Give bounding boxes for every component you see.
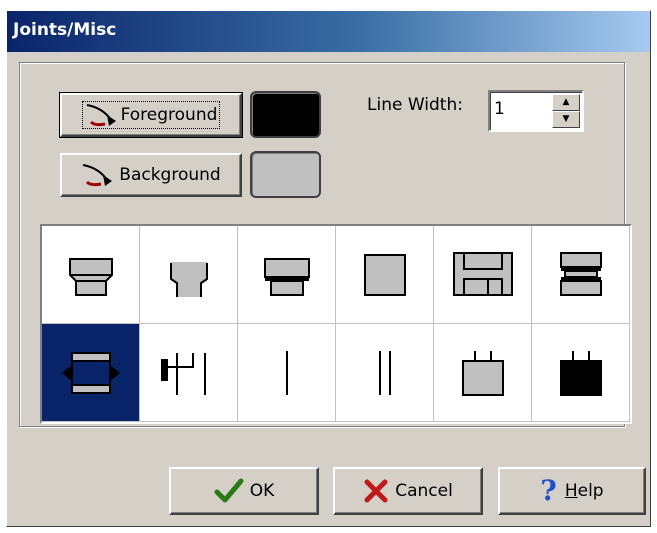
ok-label: OK	[249, 481, 275, 501]
background-color-swatch[interactable]	[250, 151, 321, 198]
symbol-cell[interactable]	[434, 226, 532, 324]
joint-stacked-icon	[559, 251, 602, 296]
symbol-cell[interactable]	[532, 226, 630, 324]
line-width-spinner[interactable]: 1 ▲ ▼	[488, 90, 584, 132]
background-label: Background	[119, 165, 221, 185]
joint-box-on-box-icon	[263, 257, 310, 296]
double-line-icon	[378, 350, 391, 395]
background-button[interactable]: Background	[60, 153, 242, 197]
joint-collar-arrows-icon	[61, 351, 120, 394]
joint-tapered-box-icon	[68, 257, 113, 296]
ok-button[interactable]: OK	[169, 467, 319, 515]
foreground-button[interactable]: Foreground	[59, 92, 243, 138]
cancel-label: Cancel	[395, 481, 453, 501]
symbol-cell[interactable]	[42, 226, 140, 324]
spin-up-icon[interactable]: ▲	[552, 94, 580, 111]
line-width-label: Line Width:	[367, 95, 463, 115]
joint-square-icon	[363, 253, 406, 296]
joint-tapered-outline-icon	[169, 261, 208, 297]
foreground-color-swatch[interactable]	[250, 91, 321, 138]
title-bar: Joints/Misc	[7, 11, 650, 52]
symbol-cell[interactable]	[238, 226, 336, 324]
x-icon	[364, 479, 388, 503]
symbol-cell[interactable]	[336, 324, 434, 422]
symbol-cell[interactable]	[140, 226, 238, 324]
cancel-button[interactable]: Cancel	[333, 467, 483, 515]
checkmark-icon	[214, 478, 244, 503]
single-line-icon	[285, 350, 288, 395]
help-button[interactable]: ? Help	[498, 467, 646, 515]
joint-floppy-icon	[452, 251, 513, 296]
symbol-cell[interactable]	[140, 324, 238, 422]
spin-down-icon[interactable]: ▼	[552, 111, 580, 128]
foreground-label: Foreground	[120, 105, 218, 125]
symbol-cell[interactable]	[434, 324, 532, 422]
joint-symbol-grid	[40, 224, 632, 424]
paint-brush-icon	[83, 164, 113, 187]
symbol-cell[interactable]	[336, 226, 434, 324]
symbol-cell[interactable]	[238, 324, 336, 422]
question-mark-icon: ?	[540, 474, 557, 507]
window-title: Joints/Misc	[13, 20, 117, 40]
symbol-cell-selected[interactable]	[42, 324, 140, 422]
filled-box-with-ticks-icon	[559, 350, 602, 396]
paint-brush-icon	[86, 104, 116, 127]
symbol-cell[interactable]	[532, 324, 630, 422]
help-label: Help	[564, 481, 604, 501]
line-width-value[interactable]: 1	[494, 99, 505, 119]
box-with-ticks-icon	[461, 350, 504, 396]
joint-valve-lines-icon	[160, 352, 206, 395]
